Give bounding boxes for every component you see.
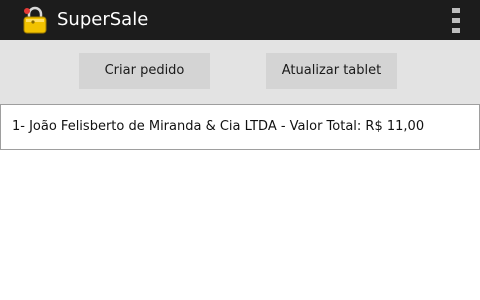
order-list-item[interactable]: 1- João Felisberto de Miranda & Cia LTDA… [0,104,480,150]
overflow-menu-icon[interactable] [448,8,464,34]
overflow-dot [452,18,460,23]
overflow-dot [452,8,460,13]
action-bar: SuperSale [0,0,480,40]
atualizar-tablet-button[interactable]: Atualizar tablet [266,53,397,89]
lock-bag-icon [23,6,47,34]
overflow-dot [452,28,460,33]
app-icon [22,6,48,34]
app-title: SuperSale [57,9,149,30]
app-screen: SuperSale Criar pedido Atualizar tablet … [0,0,480,300]
order-list: 1- João Felisberto de Miranda & Cia LTDA… [0,104,480,150]
button-panel: Criar pedido Atualizar tablet [0,40,480,104]
criar-pedido-button[interactable]: Criar pedido [79,53,210,89]
